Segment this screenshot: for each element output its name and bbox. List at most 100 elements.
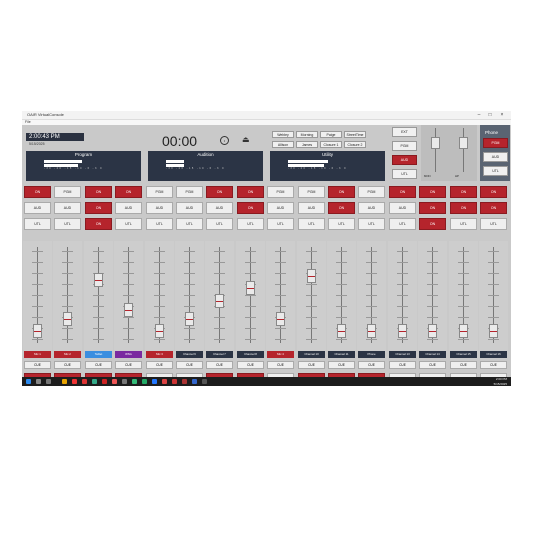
- channel-aud-button[interactable]: AUD: [298, 202, 325, 214]
- app-icon[interactable]: [172, 379, 177, 384]
- fader-knob[interactable]: [428, 324, 437, 338]
- monitor-pgm-button[interactable]: PGM: [392, 141, 417, 151]
- app-icon[interactable]: [112, 379, 117, 384]
- monitor-utl-button[interactable]: UTL: [392, 169, 417, 179]
- hotkey-button[interactable]: Morning: [296, 131, 318, 138]
- fader-knob[interactable]: [398, 324, 407, 338]
- fader-knob[interactable]: [489, 324, 498, 338]
- channel-utl-button[interactable]: ON: [85, 218, 112, 230]
- channel-utl-button[interactable]: UTL: [206, 218, 233, 230]
- fader-knob[interactable]: [337, 324, 346, 338]
- channel-cue-button[interactable]: CUE: [267, 361, 294, 369]
- channel-cue-button[interactable]: CUE: [298, 361, 325, 369]
- headphone-level-slider[interactable]: [459, 137, 468, 149]
- hotkey-button[interactable]: Webley: [272, 131, 294, 138]
- channel-utl-button[interactable]: UTL: [450, 218, 477, 230]
- channel-cue-button[interactable]: CUE: [115, 361, 142, 369]
- channel-aud-button[interactable]: AUD: [267, 202, 294, 214]
- channel-cue-button[interactable]: CUE: [389, 361, 416, 369]
- channel-aud-button[interactable]: ON: [450, 202, 477, 214]
- channel-pgm-button[interactable]: ON: [24, 186, 51, 198]
- channel-utl-button[interactable]: UTL: [267, 218, 294, 230]
- app-icon[interactable]: [162, 379, 167, 384]
- app-icon[interactable]: [72, 379, 77, 384]
- channel-pgm-button[interactable]: ON: [480, 186, 507, 198]
- timer-reset-button[interactable]: •: [220, 136, 229, 145]
- channel-utl-button[interactable]: UTL: [389, 218, 416, 230]
- maximize-icon[interactable]: □: [485, 111, 495, 119]
- channel-utl-button[interactable]: UTL: [24, 218, 51, 230]
- channel-pgm-button[interactable]: ON: [85, 186, 112, 198]
- channel-pgm-button[interactable]: ON: [389, 186, 416, 198]
- hotkey-button[interactable]: Paige: [320, 131, 342, 138]
- channel-cue-button[interactable]: CUE: [54, 361, 81, 369]
- channel-aud-button[interactable]: ON: [85, 202, 112, 214]
- channel-cue-button[interactable]: CUE: [146, 361, 173, 369]
- file-explorer-icon[interactable]: [62, 379, 67, 384]
- app-icon[interactable]: [152, 379, 157, 384]
- app-icon[interactable]: [202, 379, 207, 384]
- close-icon[interactable]: ×: [497, 111, 507, 119]
- channel-utl-button[interactable]: ON: [419, 218, 446, 230]
- channel-cue-button[interactable]: CUE: [176, 361, 203, 369]
- channel-utl-button[interactable]: UTL: [115, 218, 142, 230]
- channel-pgm-button[interactable]: PGM: [54, 186, 81, 198]
- fader-knob[interactable]: [276, 312, 285, 326]
- channel-aud-button[interactable]: AUD: [146, 202, 173, 214]
- channel-aud-button[interactable]: ON: [419, 202, 446, 214]
- channel-aud-button[interactable]: AUD: [206, 202, 233, 214]
- channel-pgm-button[interactable]: ON: [206, 186, 233, 198]
- hotkey-button[interactable]: Closure 1: [320, 141, 342, 148]
- channel-pgm-button[interactable]: PGM: [358, 186, 385, 198]
- phone-utl-button[interactable]: UTL: [483, 166, 508, 176]
- channel-utl-button[interactable]: UTL: [237, 218, 264, 230]
- channel-aud-button[interactable]: ON: [480, 202, 507, 214]
- fader-knob[interactable]: [246, 281, 255, 295]
- monitor-aud-button[interactable]: AUD: [392, 155, 417, 165]
- channel-pgm-button[interactable]: PGM: [298, 186, 325, 198]
- app-icon[interactable]: [92, 379, 97, 384]
- monitor-ext-button[interactable]: EXT: [392, 127, 417, 137]
- channel-utl-button[interactable]: UTL: [298, 218, 325, 230]
- channel-cue-button[interactable]: CUE: [85, 361, 112, 369]
- system-tray-clock[interactable]: 2:00 PM 5/15/2025: [494, 377, 507, 386]
- phone-pgm-button[interactable]: PGM: [483, 138, 508, 148]
- fader-knob[interactable]: [94, 273, 103, 287]
- channel-aud-button[interactable]: AUD: [24, 202, 51, 214]
- windows-start-icon[interactable]: [26, 379, 31, 384]
- fader-knob[interactable]: [124, 303, 133, 317]
- channel-cue-button[interactable]: CUE: [206, 361, 233, 369]
- channel-cue-button[interactable]: CUE: [358, 361, 385, 369]
- channel-pgm-button[interactable]: ON: [115, 186, 142, 198]
- fader-knob[interactable]: [215, 294, 224, 308]
- channel-utl-button[interactable]: UTL: [176, 218, 203, 230]
- channel-utl-button[interactable]: UTL: [480, 218, 507, 230]
- app-icon[interactable]: [182, 379, 187, 384]
- task-view-icon[interactable]: [46, 379, 51, 384]
- hotkey-button[interactable]: StreetTime: [344, 131, 366, 138]
- fader-knob[interactable]: [367, 324, 376, 338]
- channel-aud-button[interactable]: AUD: [115, 202, 142, 214]
- channel-pgm-button[interactable]: PGM: [146, 186, 173, 198]
- app-icon[interactable]: [132, 379, 137, 384]
- eject-icon[interactable]: ⏏: [242, 135, 250, 144]
- hotkey-button[interactable]: James: [296, 141, 318, 148]
- channel-cue-button[interactable]: CUE: [450, 361, 477, 369]
- fader-knob[interactable]: [33, 324, 42, 338]
- channel-pgm-button[interactable]: PGM: [176, 186, 203, 198]
- channel-utl-button[interactable]: UTL: [328, 218, 355, 230]
- app-icon[interactable]: [122, 379, 127, 384]
- channel-pgm-button[interactable]: ON: [419, 186, 446, 198]
- channel-aud-button[interactable]: ON: [328, 202, 355, 214]
- search-icon[interactable]: [36, 379, 41, 384]
- channel-cue-button[interactable]: CUE: [24, 361, 51, 369]
- fader-knob[interactable]: [63, 312, 72, 326]
- app-icon[interactable]: [142, 379, 147, 384]
- app-icon[interactable]: [192, 379, 197, 384]
- fader-knob[interactable]: [185, 312, 194, 326]
- channel-utl-button[interactable]: UTL: [358, 218, 385, 230]
- channel-cue-button[interactable]: CUE: [419, 361, 446, 369]
- channel-cue-button[interactable]: CUE: [237, 361, 264, 369]
- phone-aud-button[interactable]: AUD: [483, 152, 508, 162]
- monitor-level-slider[interactable]: [431, 137, 440, 149]
